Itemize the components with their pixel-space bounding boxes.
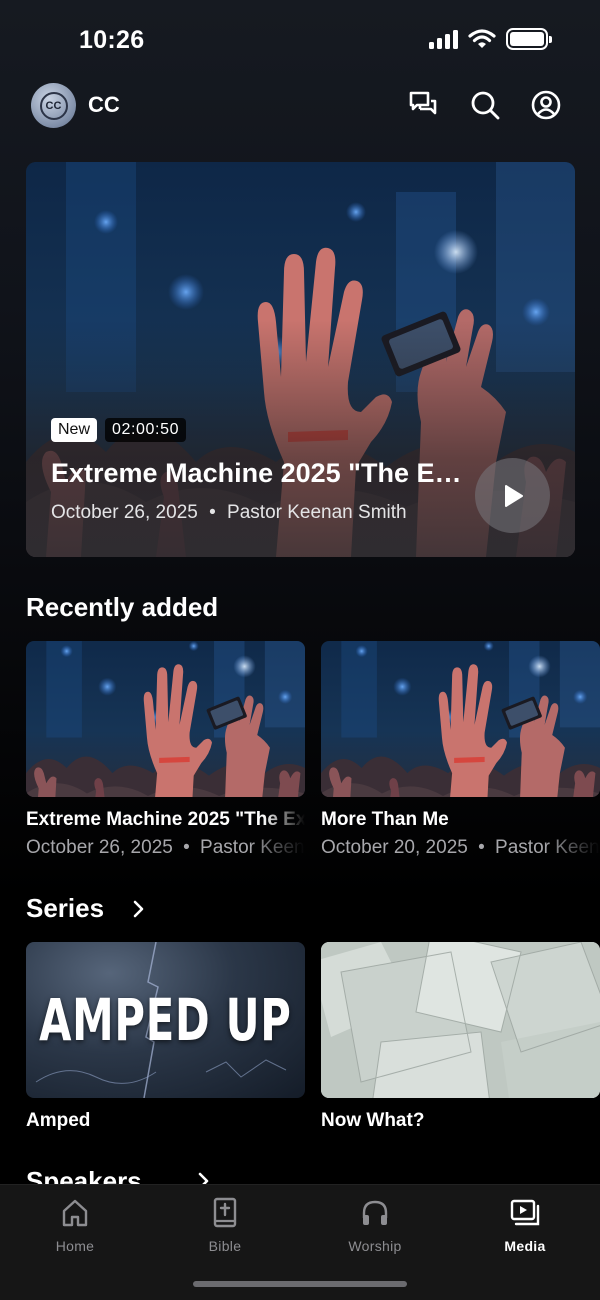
play-icon	[504, 484, 523, 507]
duration-badge: 02:00:50	[105, 418, 187, 442]
media-icon	[475, 1195, 575, 1231]
series-card[interactable]: Now What?	[321, 942, 600, 1132]
church-logo[interactable]: CC	[31, 83, 76, 128]
speakers-heading: Speakers	[26, 1166, 142, 1184]
hero-badges: New 02:00:50	[51, 418, 187, 442]
meta-separator: •	[209, 502, 216, 523]
media-title: More Than Me	[321, 809, 449, 830]
media-meta: October 26, 2025 • Pastor Keenan Smith	[26, 837, 305, 859]
play-button[interactable]	[475, 458, 550, 533]
tab-label: Bible	[208, 1238, 242, 1254]
media-meta: October 20, 2025 • Pastor Keenan Smith	[321, 837, 600, 859]
cellular-signal-icon	[429, 29, 458, 49]
series-title: Amped	[26, 1110, 91, 1131]
app-header: CC CC	[0, 80, 600, 136]
media-date: October 26, 2025	[26, 837, 173, 858]
series-thumbnail	[321, 942, 600, 1098]
tab-bible[interactable]: Bible	[175, 1195, 275, 1254]
series-title: Now What?	[321, 1110, 425, 1131]
media-card[interactable]: More Than Me October 20, 2025 • Pastor K…	[321, 641, 600, 859]
status-bar: 10:26	[0, 0, 600, 80]
tab-worship[interactable]: Worship	[325, 1195, 425, 1254]
hero-title: Extreme Machine 2025 "The Experience"	[51, 458, 471, 488]
new-badge: New	[51, 418, 98, 442]
search-icon[interactable]	[468, 88, 502, 122]
featured-media-card[interactable]: New 02:00:50 Extreme Machine 2025 "The E…	[26, 162, 575, 557]
headphones-icon	[325, 1195, 425, 1231]
speakers-heading-row[interactable]: Speakers	[26, 1164, 226, 1184]
media-card[interactable]: Extreme Machine 2025 "The Experience" Oc…	[26, 641, 305, 859]
tab-label: Home	[55, 1238, 95, 1254]
tab-media[interactable]: Media	[475, 1195, 575, 1254]
hero-date: October 26, 2025	[51, 502, 198, 523]
media-speaker: Pastor Keenan Smith	[200, 837, 305, 858]
status-time: 10:26	[79, 26, 145, 54]
series-thumbnail: AMPED UP	[26, 942, 305, 1098]
media-date: October 20, 2025	[321, 837, 468, 858]
wifi-icon	[468, 29, 496, 48]
series-heading[interactable]: Series	[26, 893, 104, 924]
chevron-right-icon[interactable]	[196, 1171, 212, 1184]
status-icons	[429, 28, 552, 50]
media-speaker: Pastor Keenan Smith	[495, 837, 600, 858]
home-icon	[25, 1195, 125, 1231]
series-thumb-text: AMPED UP	[39, 986, 292, 1054]
series-card[interactable]: AMPED UP Amped	[26, 942, 305, 1132]
home-indicator	[193, 1281, 407, 1287]
media-thumbnail	[321, 641, 600, 797]
hero-speaker: Pastor Keenan Smith	[227, 502, 407, 523]
chat-icon[interactable]	[407, 88, 441, 122]
tab-home[interactable]: Home	[25, 1195, 125, 1254]
bible-icon	[175, 1195, 275, 1231]
tab-label: Worship	[348, 1238, 402, 1254]
tab-label: Media	[504, 1238, 546, 1254]
series-row: AMPED UP Amped Now What?	[26, 942, 600, 1172]
recently-added-heading: Recently added	[26, 592, 219, 622]
battery-icon	[506, 28, 552, 50]
media-thumbnail	[26, 641, 305, 797]
hero-meta: October 26, 2025 • Pastor Keenan Smith	[51, 502, 407, 524]
meta-separator: •	[183, 837, 190, 858]
logo-mark: CC	[39, 91, 68, 120]
recently-added-row: Extreme Machine 2025 "The Experience" Oc…	[26, 641, 600, 871]
chevron-right-icon[interactable]	[131, 899, 147, 919]
media-title: Extreme Machine 2025 "The Experience"	[26, 809, 305, 830]
meta-separator: •	[478, 837, 485, 858]
brand-name: CC	[88, 92, 120, 117]
profile-icon[interactable]	[529, 88, 563, 122]
